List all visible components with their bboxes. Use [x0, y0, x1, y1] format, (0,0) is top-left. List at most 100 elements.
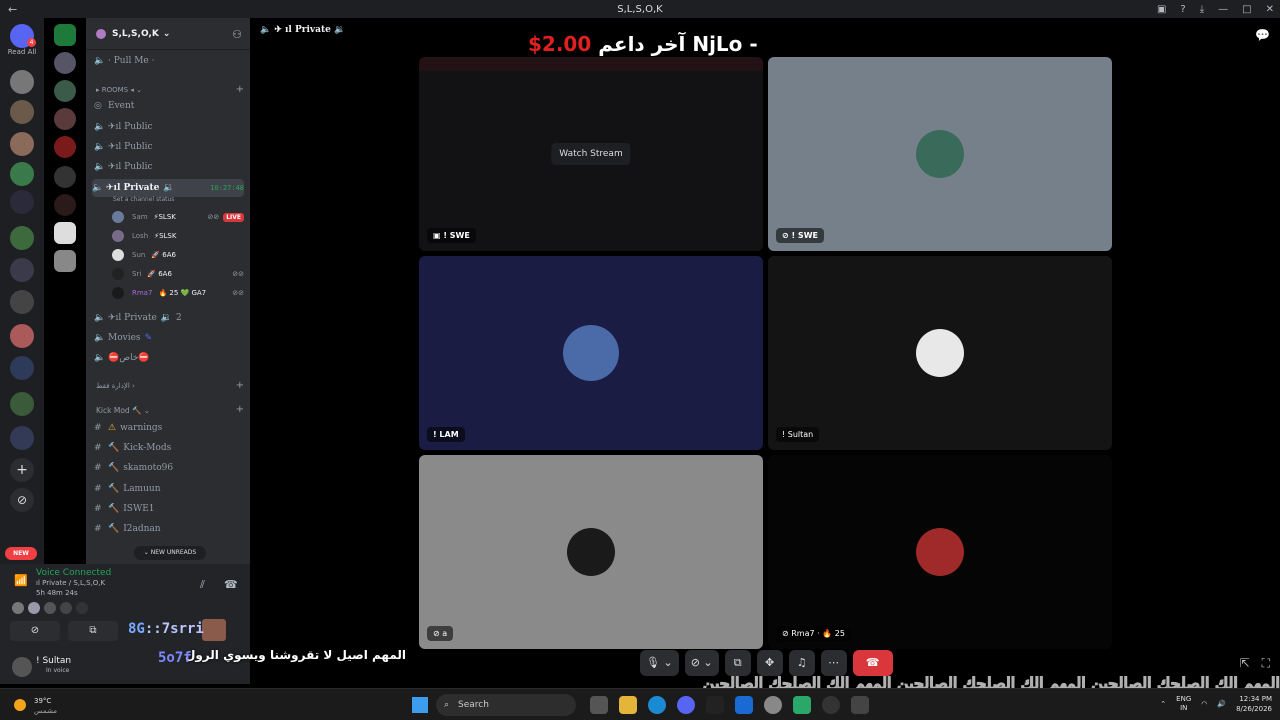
server-icon[interactable]: [54, 52, 76, 74]
soundboard-icon[interactable]: ♫: [788, 650, 815, 676]
channel-pull-me[interactable]: 🔈 · Pull Me ·: [94, 52, 244, 70]
taskbar-search[interactable]: ⌕ Search: [436, 694, 576, 716]
voice-status[interactable]: Voice Connected: [36, 568, 111, 578]
category-rooms[interactable]: ▸ ROOMS ◂ ⌄ +: [96, 84, 244, 95]
add-server-icon[interactable]: +: [10, 458, 34, 482]
server-icon[interactable]: [10, 70, 34, 94]
create-channel-icon[interactable]: +: [236, 84, 244, 95]
server-icon[interactable]: [54, 166, 76, 188]
channel-status[interactable]: Set a channel status: [113, 196, 174, 203]
text-channel-lamuun[interactable]: # 🔨 Lamuun: [94, 480, 244, 498]
voice-member[interactable]: Losh ⚡SLSK: [112, 227, 244, 245]
app-icon[interactable]: [706, 696, 724, 714]
text-channel-kick-mods[interactable]: # 🔨 Kick-Mods: [94, 439, 244, 457]
server-icon[interactable]: [54, 194, 76, 216]
chat-icon[interactable]: 💬: [1255, 28, 1270, 42]
language-indicator[interactable]: ENG IN: [1176, 695, 1191, 713]
folder-icon[interactable]: [54, 24, 76, 46]
server-icon[interactable]: [54, 80, 76, 102]
video-tile[interactable]: ⊘ a: [419, 455, 763, 649]
channel-movies[interactable]: 🔈 Movies ✎: [94, 329, 244, 347]
channel-private-2[interactable]: 🔈 ✈ ıl Private 🔉 2: [94, 309, 244, 327]
text-channel-skamoto96[interactable]: # 🔨 skamoto96: [94, 459, 244, 477]
text-channel-iswe1[interactable]: # 🔨 ISWE1: [94, 500, 244, 518]
voice-member[interactable]: Sam ⚡SLSK ⊘⊘ LIVE: [112, 208, 244, 226]
server-icon[interactable]: [10, 162, 34, 186]
server-icon[interactable]: [54, 108, 76, 130]
channel-khas[interactable]: 🔈 ⛔ خاص ⛔: [94, 349, 244, 367]
maximize-button[interactable]: □: [1242, 4, 1251, 15]
channel-public-3[interactable]: 🔈 ✈ ıl Public: [94, 158, 244, 176]
disconnect-icon[interactable]: ☎: [224, 578, 238, 591]
server-icon[interactable]: [10, 392, 34, 416]
video-tile[interactable]: ⊘ ! SWE: [768, 57, 1112, 251]
camera-off-icon[interactable]: ⊘ ⌄: [684, 650, 719, 676]
read-all-button[interactable]: Read All: [2, 48, 42, 56]
close-button[interactable]: ✕: [1266, 4, 1274, 15]
app-icon[interactable]: [735, 696, 753, 714]
task-view-icon[interactable]: [590, 696, 608, 714]
epic-games-icon[interactable]: [851, 696, 869, 714]
voice-member[interactable]: Sri 🚀 6A6 ⊘⊘: [112, 265, 244, 283]
server-icon[interactable]: [54, 250, 76, 272]
help-icon[interactable]: ?: [1180, 4, 1185, 15]
server-icon[interactable]: [10, 226, 34, 250]
new-unreads-button[interactable]: ⌄ NEW UNREADS: [134, 546, 206, 560]
watch-stream-button[interactable]: Watch Stream: [551, 143, 631, 165]
server-icon[interactable]: [10, 324, 34, 348]
text-channel-i2adnan[interactable]: # 🔨 I2adnan: [94, 520, 244, 538]
server-icon[interactable]: [10, 356, 34, 380]
activity-thumbnail[interactable]: [202, 619, 226, 641]
clock[interactable]: 12:34 PM 8/26/2026: [1236, 694, 1272, 714]
video-tile[interactable]: ! LAM: [419, 256, 763, 450]
video-tile[interactable]: ⊘ Rma7 · 🔥 25: [768, 455, 1112, 649]
category-kick-mod[interactable]: Kick Mod 🔨 ⌄ +: [96, 404, 244, 415]
voice-location[interactable]: ıl Private / S,L,S,O,K: [36, 579, 105, 587]
download-icon[interactable]: ⤓: [1200, 4, 1204, 15]
file-explorer-icon[interactable]: [619, 696, 637, 714]
invite-people-icon[interactable]: ⚇: [232, 28, 242, 41]
app-icon[interactable]: [822, 696, 840, 714]
server-icon[interactable]: [54, 222, 76, 244]
inbox-icon[interactable]: ▣: [1157, 4, 1166, 15]
channel-private-active[interactable]: 🔈 ✈ ıl Private 🔉 10:27:48: [92, 179, 244, 197]
text-channel-warnings[interactable]: # ⚠ warnings: [94, 419, 244, 437]
category-admin[interactable]: الإدارة فقط › +: [96, 380, 244, 391]
server-icon[interactable]: [10, 132, 34, 156]
discord-icon[interactable]: [677, 696, 695, 714]
minimize-button[interactable]: —: [1218, 4, 1228, 15]
disconnect-button[interactable]: ☎: [852, 650, 893, 676]
server-icon[interactable]: [54, 136, 76, 158]
screen-share-icon[interactable]: ⧉: [68, 621, 118, 641]
fullscreen-icon[interactable]: ⛶: [1262, 656, 1270, 671]
voice-member[interactable]: Sun 🚀 6A6: [112, 246, 244, 264]
new-pill[interactable]: NEW: [5, 547, 37, 560]
activities-icon[interactable]: ✥: [756, 650, 783, 676]
popout-icon[interactable]: ⇱: [1240, 656, 1250, 671]
discover-icon[interactable]: ⊘: [10, 488, 34, 512]
camera-off-icon[interactable]: ⊘: [10, 621, 60, 641]
screen-share-icon[interactable]: ⧉: [724, 650, 751, 676]
server-icon[interactable]: [10, 190, 34, 214]
chevron-up-icon[interactable]: ⌃: [1160, 700, 1166, 708]
voice-member[interactable]: Rma7 🔥 25 💚 GA7 ⊘⊘: [112, 284, 244, 302]
create-channel-icon[interactable]: +: [236, 380, 244, 391]
server-icon[interactable]: [10, 426, 34, 450]
volume-icon[interactable]: 🔊: [1217, 700, 1226, 708]
edge-icon[interactable]: [648, 696, 666, 714]
server-header[interactable]: S,L,S,O,K ⌄ ⚇: [86, 18, 250, 50]
microphone-icon[interactable]: 🎙 ⌄: [640, 650, 679, 676]
video-tile[interactable]: ! Sultan: [768, 256, 1112, 450]
create-channel-icon[interactable]: +: [236, 404, 244, 415]
video-tile[interactable]: Watch Stream ▣ ! SWE: [419, 57, 763, 251]
server-icon[interactable]: [10, 258, 34, 282]
noise-suppression-icon[interactable]: ⫽: [200, 578, 205, 592]
app-icon[interactable]: [793, 696, 811, 714]
channel-event[interactable]: ◎ Event: [94, 97, 244, 115]
server-icon[interactable]: [10, 290, 34, 314]
channel-public-2[interactable]: 🔈 ✈ ıl Public: [94, 138, 244, 156]
more-options-icon[interactable]: ⋯: [820, 650, 847, 676]
wifi-icon[interactable]: ◠: [1201, 700, 1207, 708]
settings-icon[interactable]: [764, 696, 782, 714]
username[interactable]: ! Sultan: [36, 656, 71, 666]
